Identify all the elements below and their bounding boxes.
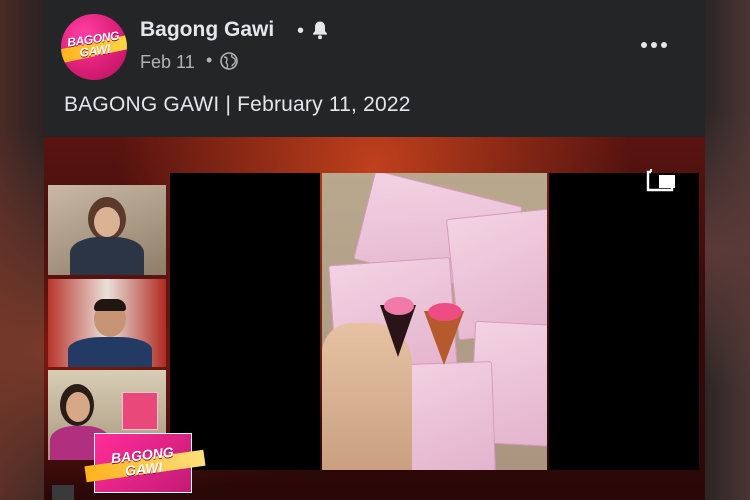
picture-in-picture-icon[interactable]	[645, 167, 679, 193]
separator-dot: •	[206, 50, 213, 70]
participant-tile	[48, 279, 166, 367]
more-options-icon[interactable]	[641, 38, 671, 52]
more-dot	[641, 42, 647, 48]
participant-tile	[48, 185, 166, 275]
product-photo	[322, 173, 547, 470]
participant-hair	[94, 299, 126, 311]
participant-body	[70, 237, 144, 275]
participant-face	[94, 207, 120, 237]
cone-filling	[384, 297, 414, 315]
globe-icon[interactable]	[220, 52, 238, 70]
page-name[interactable]: Bagong Gawi	[140, 18, 274, 42]
more-dot	[661, 42, 667, 48]
separator-dot: •	[297, 20, 305, 42]
post-video[interactable]: BAGONG GAWI	[44, 137, 705, 500]
video-pane	[170, 173, 320, 470]
show-logo-text: BAGONG GAWI	[110, 443, 175, 479]
post-header: BAGONG GAWI Bagong Gawi • Feb 11 •	[44, 0, 705, 90]
cone-filling	[428, 303, 462, 321]
bell-icon[interactable]	[311, 20, 329, 40]
show-logo: BAGONG GAWI	[84, 433, 206, 493]
product-display	[122, 392, 158, 430]
post-card: BAGONG GAWI Bagong Gawi • Feb 11 • BAGON…	[44, 0, 705, 500]
more-dot	[651, 42, 657, 48]
video-pane	[549, 173, 699, 470]
page-avatar[interactable]: BAGONG GAWI	[61, 14, 127, 80]
post-date[interactable]: Feb 11	[140, 52, 195, 73]
video-control[interactable]	[52, 485, 74, 500]
participant-face	[66, 392, 90, 422]
avatar-logo-text: BAGONG GAWI	[66, 28, 120, 61]
post-text: BAGONG GAWI | February 11, 2022	[64, 93, 411, 116]
participant-body	[68, 337, 152, 367]
